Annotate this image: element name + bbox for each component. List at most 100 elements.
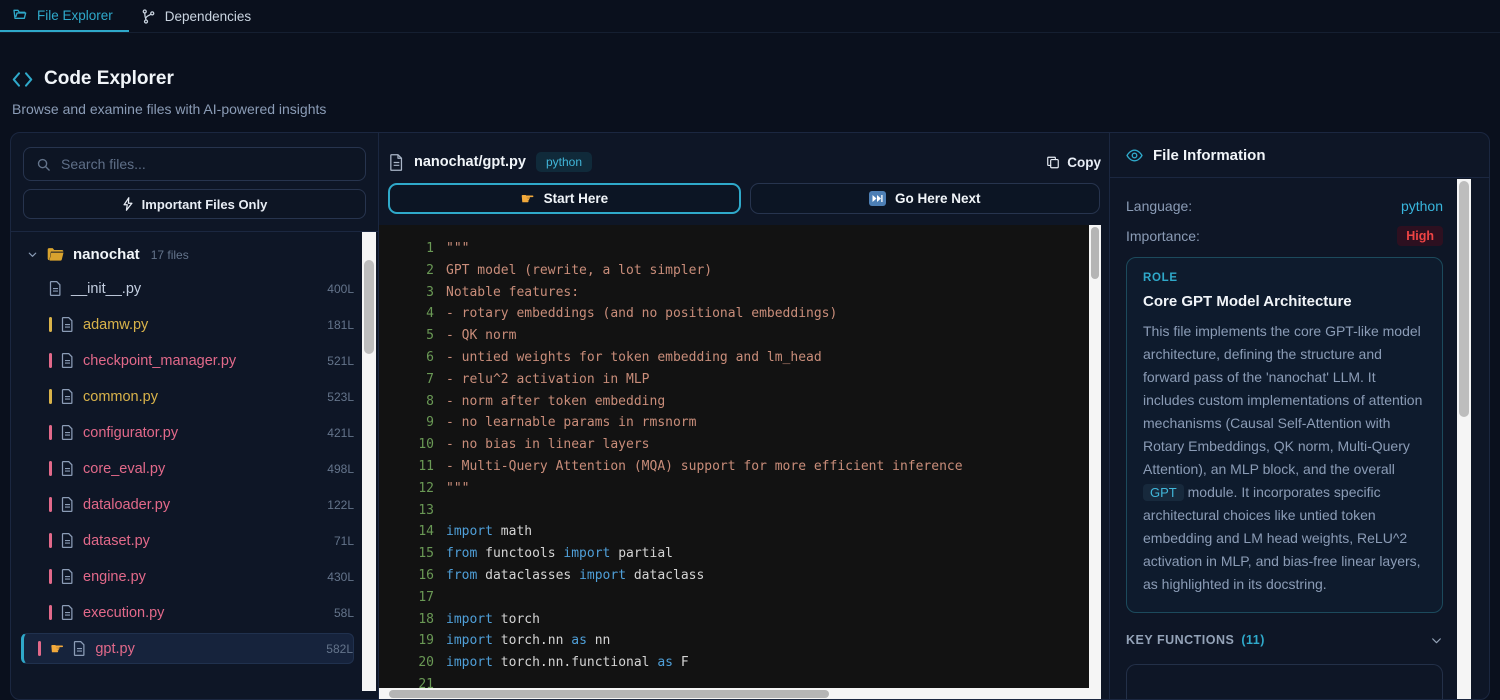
key-functions-toggle[interactable]: KEY FUNCTIONS (11)	[1126, 633, 1443, 647]
code-nav-buttons: ☛ Start Here Go Here Next	[388, 183, 1100, 214]
code-explorer-app: File Explorer Dependencies Code Explorer…	[0, 0, 1500, 700]
file-information-panel: File Information Language: python Import…	[1109, 133, 1489, 699]
role-label: ROLE	[1143, 272, 1426, 284]
search-input[interactable]	[61, 156, 353, 172]
code-line-content: GPT model (rewrite, a lot simpler)	[446, 260, 712, 282]
code-horizontal-scrollbar-thumb[interactable]	[389, 690, 829, 698]
line-number: 11	[379, 456, 434, 478]
tab-dependencies[interactable]: Dependencies	[129, 0, 267, 32]
importance-bar	[49, 461, 52, 476]
code-line: 14import math	[379, 521, 1101, 543]
role-card: ROLE Core GPT Model Architecture This fi…	[1126, 257, 1443, 613]
file-row[interactable]: checkpoint_manager.py521L	[23, 345, 354, 376]
line-number: 15	[379, 543, 434, 565]
line-number: 8	[379, 391, 434, 413]
info-scrollbar-thumb[interactable]	[1459, 181, 1469, 417]
code-line-content: """	[446, 238, 469, 260]
code-line: 7- relu^2 activation in MLP	[379, 369, 1101, 391]
code-horizontal-scrollbar-track	[379, 688, 1089, 700]
copy-button[interactable]: Copy	[1046, 155, 1101, 170]
file-row[interactable]: dataset.py71L	[23, 525, 354, 556]
line-number: 9	[379, 412, 434, 434]
start-here-label: Start Here	[544, 191, 609, 206]
code-line-content: import torch	[446, 609, 540, 631]
code-line-content: - no bias in linear layers	[446, 434, 650, 456]
tab-file-explorer-label: File Explorer	[37, 8, 113, 23]
folder-row-nanochat[interactable]: nanochat 17 files	[11, 244, 378, 273]
file-row[interactable]: __init__.py400L	[23, 273, 354, 304]
file-line-count: 430L	[327, 570, 354, 584]
file-row[interactable]: core_eval.py 498L	[23, 453, 354, 484]
importance-row: Importance: High	[1126, 225, 1443, 247]
role-description-after: module. It incorporates specific archite…	[1143, 484, 1421, 592]
importance-bar	[49, 605, 52, 620]
file-line-count: 421L	[327, 426, 354, 440]
line-number: 16	[379, 565, 434, 587]
file-information-body: Language: python Importance: High ROLE C…	[1110, 179, 1457, 699]
code-line-content: - relu^2 activation in MLP	[446, 369, 650, 391]
file-row[interactable]: adamw.py181L	[23, 309, 354, 340]
importance-bar	[38, 641, 41, 656]
key-functions-label: KEY FUNCTIONS	[1126, 633, 1234, 647]
code-line: 6- untied weights for token embedding an…	[379, 347, 1101, 369]
line-number: 1	[379, 238, 434, 260]
language-badge: python	[536, 152, 592, 172]
page-head: Code Explorer Browse and examine files w…	[12, 68, 326, 117]
sidebar-scrollbar-thumb[interactable]	[364, 260, 374, 354]
file-tree-sidebar: Important Files Only nanochat 17 files _…	[11, 133, 379, 699]
code-line-content: - QK norm	[446, 325, 516, 347]
file-line-count: 400L	[327, 282, 354, 296]
code-line-content: Notable features:	[446, 282, 579, 304]
file-row[interactable]: configurator.py421L	[23, 417, 354, 448]
main-panel: Important Files Only nanochat 17 files _…	[10, 132, 1490, 700]
file-icon	[73, 641, 86, 656]
file-icon	[61, 533, 74, 548]
start-here-button[interactable]: ☛ Start Here	[388, 183, 741, 214]
file-name: core_eval.py	[83, 461, 165, 477]
file-icon	[49, 281, 62, 296]
code-line-content: - untied weights for token embedding and…	[446, 347, 822, 369]
code-line: 8 - norm after token embedding	[379, 391, 1101, 413]
important-files-only-button[interactable]: Important Files Only	[23, 189, 366, 219]
importance-bar	[49, 533, 52, 548]
code-header: nanochat/gpt.py python Copy	[389, 146, 1101, 178]
code-line: 13	[379, 500, 1101, 522]
key-functions-list-partial	[1126, 664, 1443, 699]
folder-icon	[47, 247, 64, 262]
role-description-before: This file implements the core GPT-like m…	[1143, 323, 1422, 477]
file-line-count: 71L	[334, 534, 354, 548]
file-row[interactable]: common.py523L	[23, 381, 354, 412]
code-line-content: from functools import partial	[446, 543, 673, 565]
sidebar-scrollbar-track	[362, 232, 376, 691]
role-description: This file implements the core GPT-like m…	[1143, 320, 1426, 596]
go-here-next-label: Go Here Next	[895, 191, 981, 206]
file-line-count: 58L	[334, 606, 354, 620]
copy-icon	[1046, 155, 1060, 170]
folder-file-count: 17 files	[151, 248, 189, 262]
file-icon	[61, 569, 74, 584]
code-line-content: - Multi-Query Attention (MQA) support fo…	[446, 456, 963, 478]
code-line: 17	[379, 587, 1101, 609]
code-vertical-scrollbar-thumb[interactable]	[1091, 227, 1099, 279]
file-row[interactable]: dataloader.py122L	[23, 489, 354, 520]
code-line-content: - norm after token embedding	[446, 391, 665, 413]
language-row: Language: python	[1126, 195, 1443, 217]
tab-file-explorer[interactable]: File Explorer	[0, 0, 129, 32]
code-line: 9- no learnable params in rmsnorm	[379, 412, 1101, 434]
code-line-content: - rotary embeddings (and no positional e…	[446, 303, 837, 325]
key-functions-count: (11)	[1241, 633, 1265, 647]
go-here-next-button[interactable]: Go Here Next	[750, 183, 1101, 214]
file-line-count: 498L	[327, 462, 354, 476]
important-files-only-label: Important Files Only	[142, 197, 268, 212]
code-line: 19import torch.nn as nn	[379, 630, 1101, 652]
file-row[interactable]: execution.py58L	[23, 597, 354, 628]
importance-label: Importance:	[1126, 228, 1200, 244]
folder-open-icon	[12, 7, 28, 23]
file-icon	[389, 154, 404, 171]
code-viewer[interactable]: 1"""2GPT model (rewrite, a lot simpler)3…	[379, 225, 1101, 700]
file-row[interactable]: engine.py430L	[23, 561, 354, 592]
file-row[interactable]: ☛gpt.py582L	[21, 633, 354, 664]
file-list: __init__.py400L adamw.py181L checkpoint_ma…	[11, 273, 378, 664]
copy-label: Copy	[1067, 155, 1101, 170]
code-line: 2GPT model (rewrite, a lot simpler)	[379, 260, 1101, 282]
